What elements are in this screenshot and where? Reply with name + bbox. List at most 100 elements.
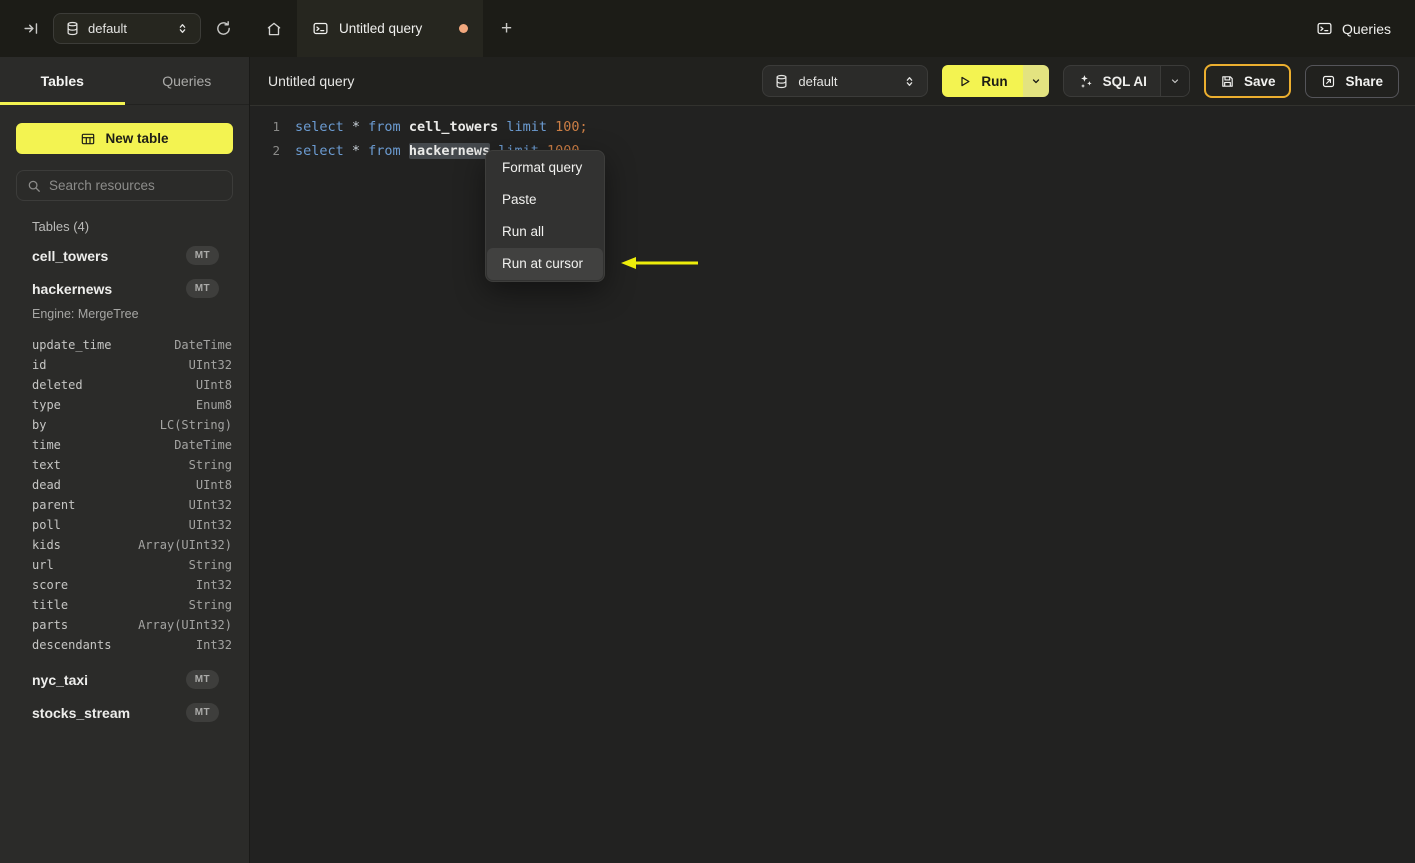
chevron-down-icon bbox=[1169, 75, 1181, 87]
sidebar-tab-queries[interactable]: Queries bbox=[125, 57, 250, 104]
engine-badge: MT bbox=[185, 703, 219, 722]
terminal-icon bbox=[312, 20, 329, 37]
column-name: update_time bbox=[32, 338, 112, 352]
column-name: poll bbox=[32, 518, 61, 532]
refresh-button[interactable] bbox=[210, 16, 236, 42]
column-type: UInt32 bbox=[188, 518, 232, 532]
column-name: text bbox=[32, 458, 61, 472]
column-name: kids bbox=[32, 538, 61, 552]
column-type: DateTime bbox=[174, 438, 232, 452]
column-type: UInt8 bbox=[195, 478, 232, 492]
query-header: Untitled query default Run SQL AI Save S… bbox=[250, 57, 1415, 106]
query-controls: default Run SQL AI Save Share bbox=[762, 64, 1399, 98]
topbar-database-selector[interactable]: default bbox=[53, 13, 201, 44]
search-input[interactable] bbox=[49, 178, 222, 193]
engine-badge: MT bbox=[185, 670, 219, 689]
annotation-arrow bbox=[618, 254, 702, 272]
code-line[interactable]: 2select * from hackernews limit 1000 bbox=[250, 139, 1415, 163]
new-tab-button[interactable]: + bbox=[483, 0, 530, 57]
hackernews-columns: update_time DateTime id UInt32 deleted UInt8 t… bbox=[32, 335, 232, 655]
query-title: Untitled query bbox=[268, 73, 355, 89]
share-button-label: Share bbox=[1345, 73, 1383, 89]
column-row[interactable]: title String bbox=[32, 595, 232, 615]
queries-button[interactable]: Queries bbox=[1316, 20, 1391, 37]
code-line[interactable]: 1 select * from cell_towers limit 100; bbox=[250, 115, 1415, 139]
column-type: UInt8 bbox=[195, 378, 232, 392]
column-type: String bbox=[188, 558, 232, 572]
code-text: select * from cell_towers limit 100; bbox=[295, 115, 588, 139]
context-menu-item-paste[interactable]: Paste bbox=[487, 184, 603, 216]
tab-title: Untitled query bbox=[339, 21, 423, 36]
collapse-sidebar-button[interactable] bbox=[18, 16, 44, 42]
sql-token: limit bbox=[506, 119, 548, 135]
table-row-hackernews[interactable]: hackernews MT bbox=[32, 272, 219, 305]
table-row-nyc-taxi[interactable]: nyc_taxi MT bbox=[32, 663, 219, 696]
run-options-button[interactable] bbox=[1022, 65, 1049, 97]
new-table-button[interactable]: New table bbox=[16, 123, 233, 154]
context-menu-item-run-all[interactable]: Run all bbox=[487, 216, 603, 248]
column-type: String bbox=[188, 598, 232, 612]
sql-token: hackernews bbox=[408, 143, 491, 159]
column-row[interactable]: score Int32 bbox=[32, 575, 232, 595]
terminal-icon bbox=[1316, 20, 1333, 37]
context-menu-item-run-at-cursor[interactable]: Run at cursor bbox=[487, 248, 603, 280]
database-icon bbox=[774, 74, 789, 89]
sql-token: 100; bbox=[555, 119, 588, 135]
column-row[interactable]: parts Array(UInt32) bbox=[32, 615, 232, 635]
column-row[interactable]: parent UInt32 bbox=[32, 495, 232, 515]
sidebar-tab-tables[interactable]: Tables bbox=[0, 57, 125, 105]
table-name: hackernews bbox=[32, 280, 113, 297]
table-name: nyc_taxi bbox=[32, 671, 89, 688]
sql-editor[interactable]: 1 select * from cell_towers limit 100; 2 se… bbox=[250, 106, 1415, 863]
save-icon bbox=[1220, 74, 1235, 89]
table-row-stocks-stream[interactable]: stocks_stream MT bbox=[32, 696, 219, 729]
sidebar: Tables Queries New table Tables (4) bbox=[0, 57, 250, 863]
chevron-down-icon bbox=[1030, 75, 1042, 87]
unsaved-changes-dot bbox=[459, 24, 468, 33]
column-row[interactable]: descendants Int32 bbox=[32, 635, 232, 655]
new-table-label: New table bbox=[105, 131, 169, 146]
context-menu-item-format-query[interactable]: Format query bbox=[487, 152, 603, 184]
tab-untitled-query[interactable]: Untitled query bbox=[297, 0, 483, 57]
column-row[interactable]: dead UInt8 bbox=[32, 475, 232, 495]
run-button[interactable]: Run bbox=[942, 65, 1023, 97]
column-name: score bbox=[32, 578, 69, 592]
column-name: id bbox=[32, 358, 47, 372]
column-row[interactable]: time DateTime bbox=[32, 435, 232, 455]
sparkles-icon bbox=[1077, 73, 1094, 90]
save-button-label: Save bbox=[1243, 73, 1276, 89]
column-row[interactable]: update_time DateTime bbox=[32, 335, 232, 355]
home-button[interactable] bbox=[250, 0, 297, 57]
share-icon bbox=[1321, 74, 1336, 89]
column-row[interactable]: type Enum8 bbox=[32, 395, 232, 415]
save-button[interactable]: Save bbox=[1203, 64, 1292, 98]
sql-token: from bbox=[368, 119, 401, 135]
table-row-cell-towers[interactable]: cell_towers MT bbox=[32, 239, 219, 272]
column-row[interactable]: kids Array(UInt32) bbox=[32, 535, 232, 555]
column-row[interactable]: by LC(String) bbox=[32, 415, 232, 435]
collapse-sidebar-icon bbox=[23, 20, 40, 37]
column-type: LC(String) bbox=[159, 418, 232, 432]
engine-badge: MT bbox=[185, 279, 219, 298]
sql-ai-options-button[interactable] bbox=[1159, 66, 1189, 96]
column-name: title bbox=[32, 598, 69, 612]
share-button[interactable]: Share bbox=[1305, 64, 1399, 98]
column-row[interactable]: poll UInt32 bbox=[32, 515, 232, 535]
code-area: 1 select * from cell_towers limit 100; 2 se… bbox=[250, 115, 1415, 163]
query-database-selector[interactable]: default bbox=[762, 65, 929, 97]
refresh-icon bbox=[215, 20, 232, 37]
column-type: Int32 bbox=[195, 578, 232, 592]
context-menu: Format query Paste Run all Run at cursor bbox=[485, 150, 605, 282]
sql-ai-button[interactable]: SQL AI bbox=[1064, 66, 1160, 96]
column-row[interactable]: text String bbox=[32, 455, 232, 475]
column-row[interactable]: id UInt32 bbox=[32, 355, 232, 375]
search-icon bbox=[27, 179, 41, 193]
run-button-label: Run bbox=[981, 73, 1008, 89]
column-name: time bbox=[32, 438, 61, 452]
table-name: cell_towers bbox=[32, 247, 109, 264]
column-type: UInt32 bbox=[188, 358, 232, 372]
column-row[interactable]: deleted UInt8 bbox=[32, 375, 232, 395]
column-name: type bbox=[32, 398, 61, 412]
column-row[interactable]: url String bbox=[32, 555, 232, 575]
sql-ai-split-button: SQL AI bbox=[1062, 65, 1190, 97]
